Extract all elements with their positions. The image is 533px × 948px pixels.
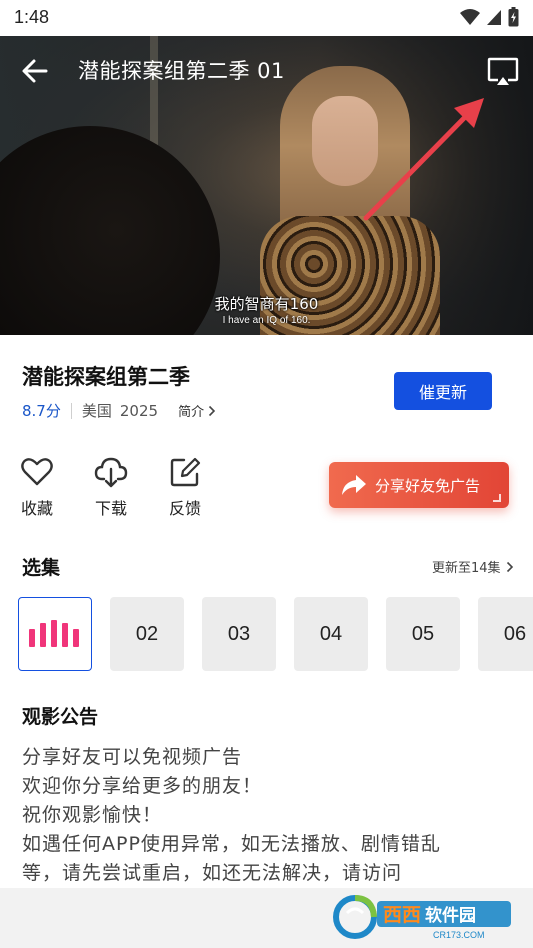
cloud-download-icon [94,457,128,488]
share-arrow-icon [342,475,366,495]
video-subtitle-chinese: 我的智商有160 [214,295,319,313]
playing-bars-icon [29,620,79,647]
notice-body: 分享好友可以免视频广告 欢迎你分享给更多的朋友！ 祝你观影愉快！ 如遇任何APP… [22,743,522,888]
episode-item[interactable]: 04 [294,597,368,671]
svg-text:西西: 西西 [383,904,421,926]
wifi-icon [460,9,480,25]
watermark-logo: 西西 软件园 CR173.COM [333,895,511,940]
video-subtitle-english: I have an IQ of 160. [222,315,311,326]
feedback-label: 反馈 [168,499,201,518]
favorite-action[interactable]: 收藏 [15,455,59,519]
status-icons [460,7,519,27]
status-time: 1:48 [14,7,50,27]
update-status-link[interactable]: 更新至14集 [432,557,514,576]
chevron-right-icon [506,561,513,572]
urge-update-button[interactable]: 催更新 [394,372,492,410]
episode-list: 02 03 04 05 06 [18,597,533,671]
episode-item-current[interactable] [18,597,92,671]
show-region: 美国 [81,402,112,420]
notice-line: 欢迎你分享给更多的朋友！ [22,775,263,797]
download-label: 下载 [94,499,127,518]
intro-label: 简介 [178,405,205,420]
heart-icon [21,458,53,486]
notice-line: 分享好友可以免视频广告 [22,746,243,768]
back-arrow-icon[interactable] [20,56,50,86]
show-meta: 8.7分 美国 2025 简介 [22,400,216,421]
chevron-right-icon [209,405,216,416]
update-status-label: 更新至14集 [432,561,501,576]
cast-icon[interactable] [487,56,519,86]
show-year: 2025 [119,401,159,420]
episode-item[interactable]: 02 [110,597,184,671]
feedback-action[interactable]: 反馈 [163,455,207,519]
video-player[interactable]: 潜能探案组第二季 01 我的智商有160 I have an IQ of 160… [0,36,533,335]
battery-icon [508,7,519,27]
intro-link[interactable]: 简介 [178,401,216,420]
show-title: 潜能探案组第二季 [22,365,190,389]
share-button-label: 分享好友免广告 [375,476,481,495]
notice-title: 观影公告 [22,706,99,728]
episodes-title: 选集 [22,557,61,579]
notice-line: 祝你观影愉快！ [22,804,163,826]
signal-icon [487,10,501,25]
svg-text:软件园: 软件园 [425,905,476,926]
video-title: 潜能探案组第二季 01 [78,59,285,83]
share-free-ads-button[interactable]: 分享好友免广告 [329,462,509,508]
download-action[interactable]: 下载 [89,455,133,519]
notice-line: 等，请先尝试重启，如还无法解决，请访问 [22,862,403,884]
edit-icon [170,457,201,487]
meta-divider [70,402,72,419]
favorite-label: 收藏 [20,499,53,518]
corner-decoration [493,494,501,502]
status-bar: 1:48 [0,0,533,36]
notice-line: 如遇任何APP使用异常，如无法播放、剧情错乱 [22,833,441,855]
show-score: 8.7分 [22,402,61,420]
episode-item[interactable]: 05 [386,597,460,671]
episode-item[interactable]: 06 [478,597,533,671]
svg-text:CR173.COM: CR173.COM [433,930,485,940]
episode-item[interactable]: 03 [202,597,276,671]
